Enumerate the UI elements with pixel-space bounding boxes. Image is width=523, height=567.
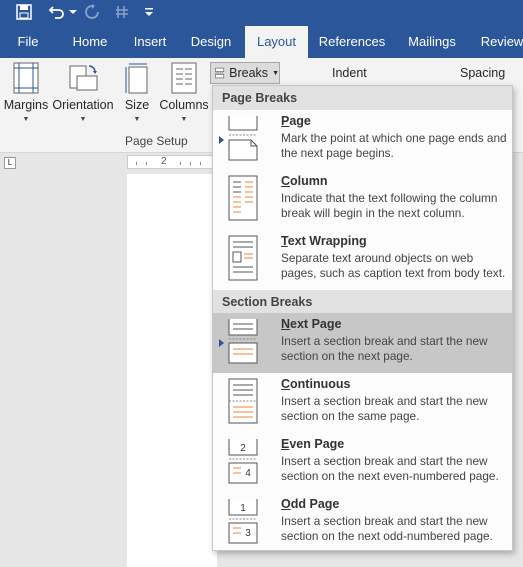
next-page-description: Insert a section break and start the new… [281,334,488,363]
tab-layout[interactable]: Layout [245,26,308,58]
section-breaks-header: Section Breaks [213,290,512,314]
customize-icon[interactable] [142,2,156,22]
page-break-icon [228,116,258,161]
continuous-break-item[interactable]: Continuous Insert a section break and st… [213,373,512,433]
next-page-title: Next Page [281,317,342,331]
column-break-item[interactable]: Column Indicate that the text following … [213,170,512,230]
margins-icon [13,62,39,94]
breaks-icon [215,67,225,79]
chevron-down-icon: ▼ [272,69,279,77]
breaks-button[interactable]: Breaks ▼ [210,62,280,84]
page-setup-group-label: Page Setup [125,134,188,148]
tab-file[interactable]: File [8,26,48,58]
left-gutter [0,172,25,567]
ruler-tick [190,162,191,165]
even-page-description: Insert a section break and start the new… [281,454,499,483]
ruler-number: 2 [161,156,167,167]
columns-label: Columns [159,98,209,112]
page-break-title: Page [281,114,311,128]
odd-page-description: Insert a section break and start the new… [281,514,493,543]
ribbon-tabs: File Home Insert Design Layout Reference… [0,26,523,58]
even-page-break-item[interactable]: 2 4 Even Page Insert a section break and… [213,433,512,493]
margins-button[interactable]: Margins ▼ [4,62,48,123]
columns-button[interactable]: Columns ▼ [158,62,210,123]
format-painter-icon[interactable] [112,2,132,22]
size-button[interactable]: Size ▼ [120,62,154,123]
undo-icon[interactable] [46,2,68,22]
continuous-break-icon [228,378,258,424]
next-page-break-icon [228,319,258,364]
margins-label: Margins [3,98,49,112]
odd-page-number-top: 1 [240,503,246,514]
even-page-number-bottom: 4 [245,468,251,479]
breaks-label: Breaks [229,66,269,80]
chevron-down-icon: ▼ [180,116,188,123]
odd-page-title: Odd Page [281,497,340,511]
odd-page-number-bottom: 3 [245,528,251,539]
size-icon [125,63,148,94]
chevron-down-icon: ▼ [22,116,30,123]
columns-icon [171,62,197,94]
document-page[interactable] [127,174,217,567]
selection-marker-icon [219,136,224,144]
tab-references[interactable]: References [314,26,390,58]
even-page-title: Even Page [281,437,345,451]
chevron-down-icon: ▼ [79,116,87,123]
breaks-dropdown-menu: Page Breaks Page Mark the point at which… [212,85,513,551]
orientation-label: Orientation [52,98,114,112]
ruler-tick [200,162,201,165]
tab-insert[interactable]: Insert [124,26,176,58]
redo-icon[interactable] [82,2,102,22]
ruler-tick [146,162,147,165]
ruler-tick [180,162,181,165]
continuous-description: Insert a section break and start the new… [281,394,488,423]
text-wrapping-icon [228,235,258,281]
text-wrapping-break-item[interactable]: Text Wrapping Separate text around objec… [213,230,512,290]
tab-mailings[interactable]: Mailings [396,26,468,58]
selection-marker-icon [219,339,224,347]
page-breaks-header: Page Breaks [213,86,512,110]
orientation-icon [69,65,98,91]
column-break-title: Column [281,174,328,188]
odd-page-break-item[interactable]: 1 3 Odd Page Insert a section break and … [213,493,512,553]
undo-dropdown-icon[interactable] [68,2,78,22]
even-page-break-icon: 2 4 [228,439,258,484]
text-wrapping-title: Text Wrapping [281,234,367,248]
tab-selector[interactable]: L [4,157,16,169]
tab-home[interactable]: Home [62,26,118,58]
tab-review[interactable]: Review [474,26,523,58]
page-break-description: Mark the point at which one page ends an… [281,131,507,160]
continuous-title: Continuous [281,377,351,391]
quick-access-toolbar [0,0,523,26]
page-break-item[interactable]: Page Mark the point at which one page en… [213,110,512,170]
spacing-label: Spacing [460,66,506,80]
tab-design[interactable]: Design [182,26,240,58]
size-label: Size [124,98,150,112]
next-page-break-item[interactable]: Next Page Insert a section break and sta… [213,313,512,373]
chevron-down-icon: ▼ [133,116,141,123]
column-break-icon [228,175,258,221]
odd-page-break-icon: 1 3 [228,499,258,544]
orientation-button[interactable]: Orientation ▼ [52,62,114,123]
even-page-number-top: 2 [240,443,246,454]
indent-label: Indent [332,66,367,80]
save-icon[interactable] [14,2,34,22]
ruler-tick [136,162,137,165]
text-wrapping-description: Separate text around objects on web page… [281,251,506,280]
column-break-description: Indicate that the text following the col… [281,191,498,220]
